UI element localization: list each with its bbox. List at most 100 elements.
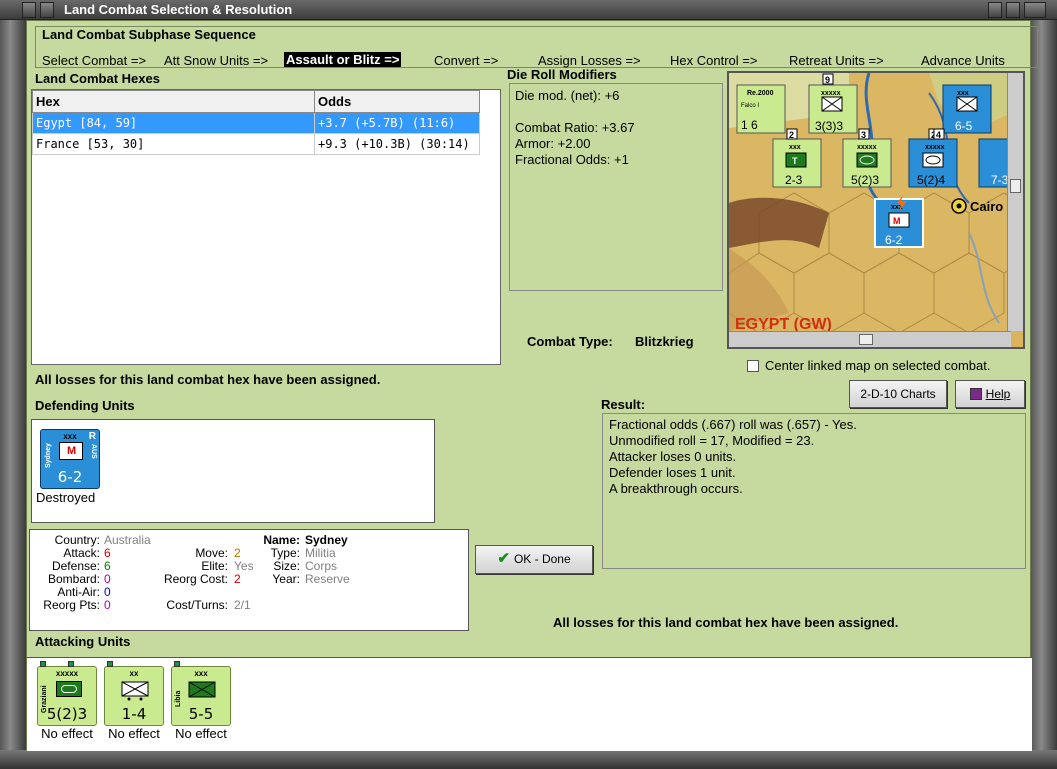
- unit-size: xx: [129, 669, 139, 678]
- maximize-icon[interactable]: [1006, 2, 1020, 18]
- infantry-icon: [121, 681, 149, 701]
- stat-value: 0: [104, 572, 111, 586]
- map-vertical-scrollbar[interactable]: [1007, 73, 1023, 331]
- window-title: Land Combat Selection & Resolution: [64, 2, 293, 17]
- window-menu-icon[interactable]: [22, 2, 36, 18]
- scroll-thumb[interactable]: [859, 334, 873, 345]
- hexes-heading: Land Combat Hexes: [35, 71, 160, 86]
- attacking-unit[interactable]: xxxxx Graziani 5(2)3: [37, 661, 97, 726]
- hex-cell[interactable]: France [53, 30]: [32, 133, 315, 155]
- result-heading: Result:: [601, 397, 646, 412]
- center-map-label[interactable]: Center linked map on selected combat.: [765, 358, 990, 373]
- ok-done-button[interactable]: ✔ OK - Done: [475, 545, 593, 574]
- stat-key: Year:: [272, 572, 300, 586]
- stat-value: 0: [104, 598, 111, 612]
- column-hex[interactable]: Hex: [32, 90, 315, 113]
- center-map-checkbox[interactable]: Center linked map on selected combat.: [747, 358, 990, 373]
- stack-count: 9: [825, 75, 830, 85]
- left-frame: [0, 20, 26, 750]
- charts-button[interactable]: 2-D-10 Charts: [849, 380, 947, 408]
- stat-value: Yes: [234, 559, 254, 573]
- unit-size: xxx: [194, 669, 208, 678]
- stat-value: 2/1: [234, 598, 251, 612]
- modifier-line: Combat Ratio: +3.67: [515, 120, 635, 135]
- checkbox-box[interactable]: [747, 360, 759, 372]
- attacking-unit[interactable]: xxx Libia 5-5: [171, 661, 231, 726]
- unit-stat: 5-5: [188, 705, 214, 723]
- stat-key: Size:: [273, 559, 300, 573]
- odds-cell[interactable]: +3.7 (+5.7B) (11:6): [314, 112, 480, 134]
- step-advance-units: Advance Units: [921, 53, 1005, 68]
- attacking-unit[interactable]: xx 1-4: [104, 661, 164, 726]
- svg-text:M: M: [893, 216, 901, 226]
- attacking-units: xxxxx Graziani 5(2)3 No effect xx 1-4 No…: [27, 657, 1032, 751]
- stat-key: Move:: [195, 546, 228, 560]
- stat-key: Reorg Cost:: [163, 572, 228, 586]
- map-unit-size: xxx: [957, 90, 969, 97]
- result-line: Attacker loses 0 units.: [609, 449, 737, 464]
- status-bottom: All losses for this land combat hex have…: [553, 615, 899, 630]
- hex-cell[interactable]: Egypt [84, 59]: [32, 112, 315, 134]
- stat-value: Australia: [104, 533, 151, 547]
- result-line: A breakthrough occurs.: [609, 481, 743, 496]
- map-egypt-label: EGYPT (GW): [735, 316, 832, 331]
- linked-map[interactable]: EGYPT (GW) Cairo Re.2000 Falco I 1 6 xxx…: [727, 71, 1025, 349]
- scroll-thumb[interactable]: [1010, 179, 1021, 193]
- modifier-line: Armor: +2.00: [515, 136, 591, 151]
- defending-unit[interactable]: xxx R AUS Sydney M 6-2: [40, 429, 100, 489]
- unit-stat: 5(2)3: [46, 705, 88, 723]
- combat-type-label: Combat Type:: [527, 334, 613, 349]
- step-convert: Convert =>: [434, 53, 499, 68]
- map-unit-size: xxxxx: [857, 144, 877, 151]
- unit-stats: Country: Australia Attack: 6 Defense: 6 …: [29, 529, 469, 631]
- window-control-icon[interactable]: [40, 2, 54, 18]
- close-icon[interactable]: [1024, 2, 1046, 18]
- bottom-frame: [0, 750, 1057, 769]
- stat-value: Reserve: [305, 572, 350, 586]
- table-row[interactable]: Egypt [84, 59] +3.7 (+5.7B) (11:6): [32, 112, 480, 134]
- unit-stat: 6-2: [57, 468, 83, 486]
- book-icon: [969, 388, 982, 400]
- unit-size: xxxxx: [55, 669, 79, 678]
- stat-key: Type:: [270, 546, 300, 560]
- stack-count: 3: [861, 130, 866, 140]
- stat-key: Attack:: [63, 546, 100, 560]
- help-label[interactable]: Help: [986, 387, 1011, 401]
- map-unit[interactable]: xxx 6-5: [942, 84, 992, 134]
- step-retreat-units: Retreat Units =>: [789, 53, 884, 68]
- combat-type-value: Blitzkrieg: [635, 334, 694, 349]
- column-odds[interactable]: Odds: [314, 90, 480, 113]
- help-button[interactable]: Help: [955, 380, 1025, 408]
- die-roll-modifiers: Die mod. (net): +6 Combat Ratio: +3.67 A…: [509, 83, 723, 291]
- map-unit-stat: 3(3)3: [815, 119, 843, 133]
- combat-hexes-table: Hex Odds Egypt [84, 59] +3.7 (+5.7B) (11…: [32, 90, 480, 155]
- map-unit-stat: 1 6: [741, 118, 758, 132]
- step-hex-control: Hex Control =>: [670, 53, 758, 68]
- ok-done-label[interactable]: OK - Done: [514, 552, 571, 566]
- minimize-icon[interactable]: [988, 2, 1002, 18]
- stack-count: 4: [936, 130, 941, 140]
- step-assault-or-blitz: Assault or Blitz =>: [284, 52, 402, 67]
- unit-name: Sydney: [45, 443, 52, 468]
- defending-heading: Defending Units: [35, 398, 135, 413]
- nationality: AUS: [90, 444, 97, 459]
- map-unit-selected[interactable]: xxx M 6-2: [874, 195, 924, 248]
- status-pip-icon: [174, 661, 180, 667]
- modifiers-heading: Die Roll Modifiers: [507, 67, 617, 82]
- reserve-marker: R: [88, 431, 96, 442]
- status-pip-icon: [40, 661, 46, 667]
- modifier-line: Die mod. (net): +6: [515, 88, 620, 103]
- subphase-sequence: Land Combat Subphase Sequence Select Com…: [35, 26, 1038, 68]
- motorized-infantry-icon: [188, 681, 216, 698]
- result-line: Fractional odds (.667) roll was (.657) -…: [609, 417, 857, 432]
- table-row[interactable]: France [53, 30] +9.3 (+10.3B) (30:14): [32, 133, 480, 155]
- result-line: Unmodified roll = 17, Modified = 23.: [609, 433, 815, 448]
- map-canvas[interactable]: EGYPT (GW) Cairo Re.2000 Falco I 1 6 xxx…: [729, 73, 1011, 331]
- odds-cell[interactable]: +9.3 (+10.3B) (30:14): [314, 133, 480, 155]
- map-horizontal-scrollbar[interactable]: [729, 331, 1011, 347]
- map-unit[interactable]: Re.2000 Falco I 1 6: [736, 84, 786, 134]
- unit-type-letter: M: [67, 445, 77, 457]
- step-assign-losses: Assign Losses =>: [538, 53, 641, 68]
- stat-key: Country:: [54, 533, 100, 547]
- stat-key: Elite:: [201, 559, 228, 573]
